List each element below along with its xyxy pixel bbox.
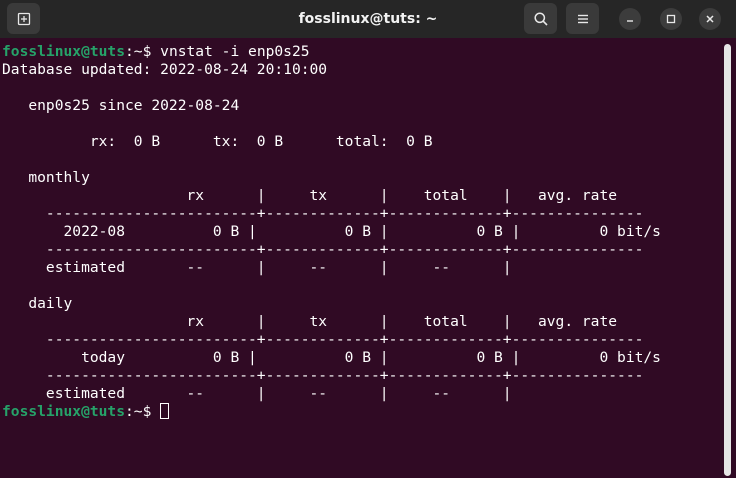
scrollbar[interactable] [724,44,731,476]
output-line: ------------------------+-------------+-… [2,241,644,258]
terminal-output[interactable]: fosslinux@tuts:~$ vnstat -i enp0s25 Data… [0,38,736,478]
output-line: daily [2,295,73,312]
command-text: $ vnstat -i enp0s25 [142,43,310,60]
prompt-line: fosslinux@tuts:~$ vnstat -i enp0s25 [2,43,310,61]
title-bar: fosslinux@tuts: ~ [0,0,736,38]
output-line: rx: 0 B tx: 0 B total: 0 B [2,133,433,150]
maximize-button[interactable] [660,8,682,30]
search-icon [533,11,548,26]
close-button[interactable] [699,8,721,30]
maximize-icon [666,14,676,24]
prompt-path: :~ [125,403,143,420]
minimize-icon [627,20,633,22]
output-line: monthly [2,169,90,186]
prompt-line: fosslinux@tuts:~$ [2,403,170,421]
output-line: ------------------------+-------------+-… [2,205,644,222]
new-tab-button[interactable] [7,3,40,34]
prompt-path: :~ [125,43,143,60]
menu-button[interactable] [566,3,599,34]
text-cursor [160,403,170,419]
minimize-button[interactable] [619,8,641,30]
output-line: estimated -- | -- | -- | [2,385,512,402]
close-icon [706,15,714,23]
terminal-window: fosslinux@tuts: ~ fosslinux@tuts:~$ vnst… [0,0,736,478]
command-text: $ [142,403,161,420]
output-line: enp0s25 since 2022-08-24 [2,97,240,114]
output-line: estimated -- | -- | -- | [2,259,512,276]
hamburger-menu-icon [577,14,588,23]
output-line: rx | tx | total | avg. rate [2,187,618,204]
output-line: ------------------------+-------------+-… [2,331,644,348]
prompt-user: fosslinux@tuts [2,43,126,60]
output-line: Database updated: 2022-08-24 20:10:00 [2,61,328,78]
output-line: today 0 B | 0 B | 0 B | 0 bit/s [2,349,661,366]
search-button[interactable] [524,3,557,34]
output-line: ------------------------+-------------+-… [2,367,644,384]
output-line: 2022-08 0 B | 0 B | 0 B | 0 bit/s [2,223,661,240]
prompt-user: fosslinux@tuts [2,403,126,420]
output-line: rx | tx | total | avg. rate [2,313,618,330]
new-tab-icon [17,12,30,25]
